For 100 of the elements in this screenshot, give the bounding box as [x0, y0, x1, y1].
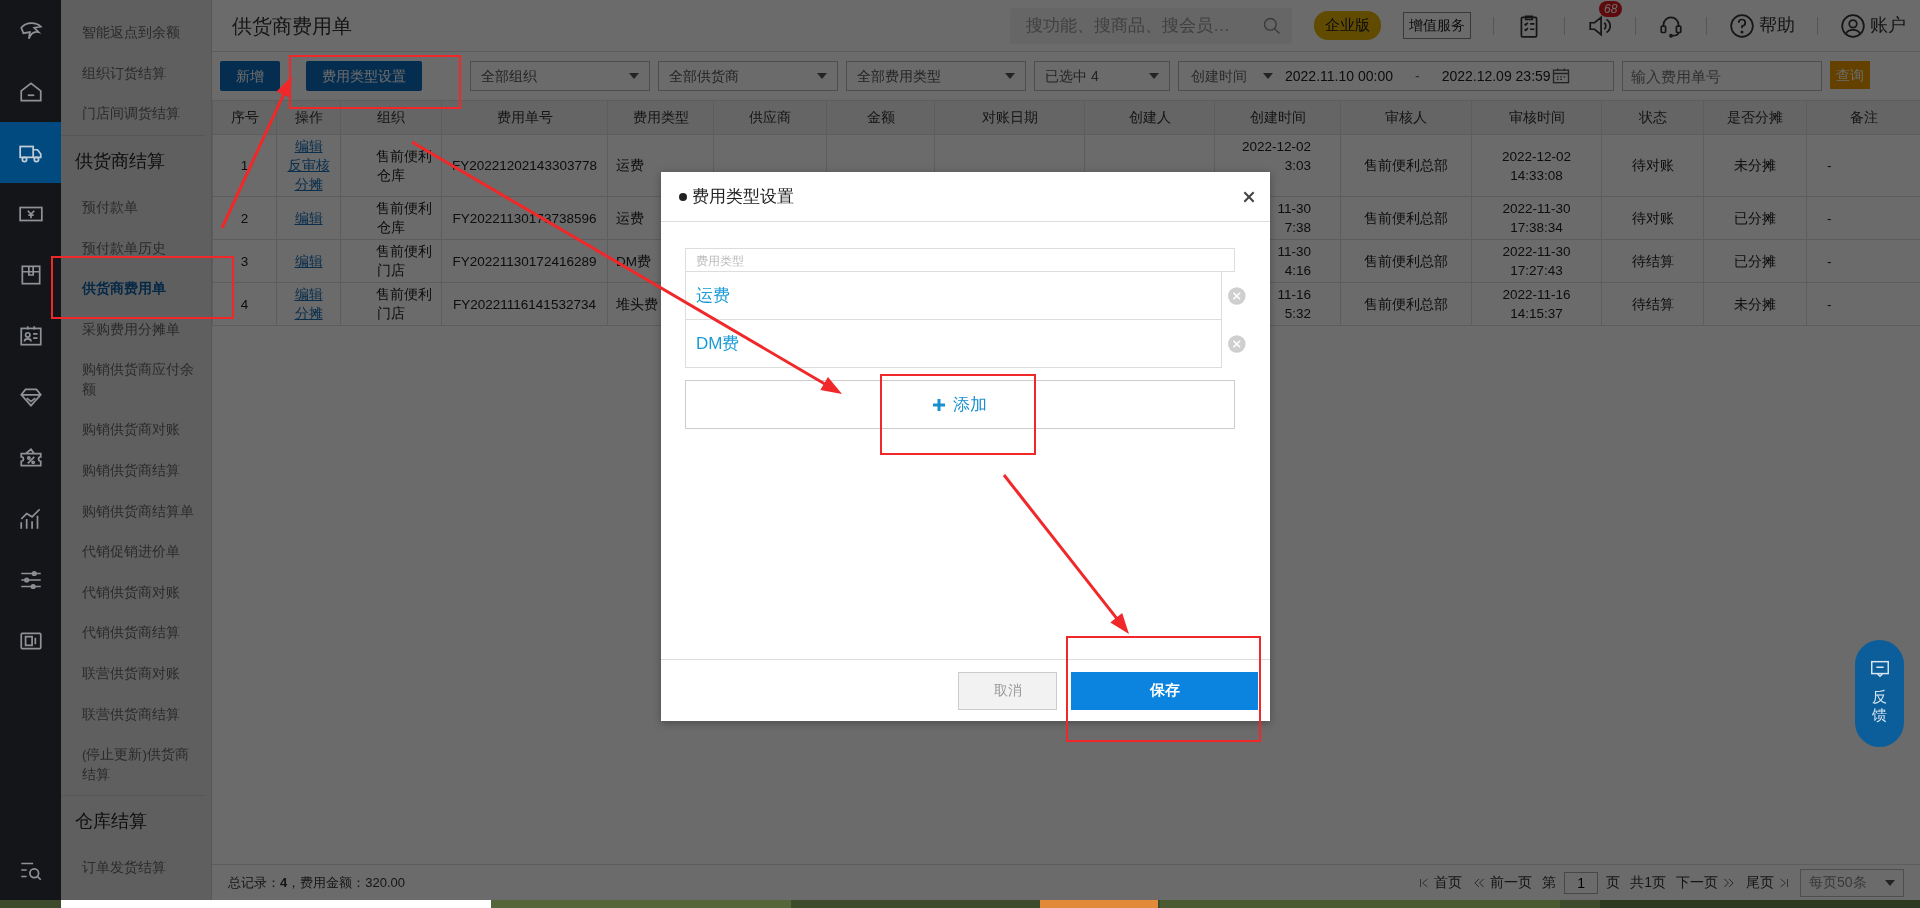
table-cell: 1 [240, 158, 249, 173]
notification-badge: 68 [1599, 0, 1623, 17]
table-cell: FY20221202143303778 [452, 158, 597, 173]
table-cell-text: 3:03 [1284, 157, 1311, 175]
page-field[interactable]: 1 [1564, 871, 1599, 894]
table-cell: 售前便利仓库 [375, 148, 432, 183]
help-link[interactable]: 帮助 [1759, 12, 1795, 39]
table-cell: 待结算 [1631, 296, 1674, 312]
column-header: 是否分摊 [1727, 109, 1783, 125]
action-link[interactable]: 编辑 [294, 137, 323, 156]
value-added-link[interactable]: 增值服务 [1403, 12, 1471, 39]
table-cell-text: 14:33:08 [1510, 166, 1563, 185]
date-range-field[interactable]: 创建时间 2022.11.10 00:00 - 2022.12.09 23:59 [1178, 61, 1614, 91]
table-cell: 3 [240, 253, 249, 269]
table-cell-text: 14:15:37 [1510, 305, 1563, 323]
plus-icon [933, 398, 945, 411]
edition-badge: 企业版 [1314, 11, 1381, 40]
table-cell: 4 [240, 296, 249, 312]
table-cell-text: 4:16 [1284, 262, 1311, 280]
fee-type-field[interactable]: 运费 [685, 272, 1223, 320]
section-heading: 仓库结算 [75, 810, 147, 834]
column-header: 费用单号 [496, 109, 553, 125]
action-link[interactable]: 分摊 [294, 304, 323, 323]
table-cell-text: 2022-11-16 [1502, 286, 1571, 304]
column-header: 对账日期 [981, 109, 1038, 125]
table-cell: 未分摊 [1734, 158, 1776, 173]
page-label: 第 [1542, 873, 1557, 892]
pagination-link[interactable]: 下一页 [1676, 872, 1718, 893]
table-cell: FY20221116141532734 [453, 296, 596, 312]
page-label: 页 [1606, 873, 1621, 892]
search-icon [1262, 15, 1282, 36]
table-cell: 已分摊 [1734, 253, 1776, 269]
action-link[interactable]: 反审核 [287, 156, 330, 175]
table-cell-text: 2022-12-02 [1241, 138, 1311, 156]
table-cell-text: 17:38:34 [1510, 219, 1563, 237]
fee-type-field[interactable]: DM费 [685, 320, 1223, 368]
table-cell: 售前便利总部 [1364, 253, 1448, 269]
table-cell-text: 11-16 [1277, 286, 1311, 304]
column-header: 审核人 [1385, 109, 1427, 125]
double-chevron-icon [1722, 875, 1736, 890]
table-cell: 售前便利总部 [1364, 210, 1448, 226]
table-cell-text: 2022-11-30 [1502, 243, 1571, 261]
help-icon [1729, 12, 1755, 39]
column-header: 供应商 [749, 109, 791, 125]
action-link[interactable]: 编辑 [294, 285, 323, 304]
table-cell-text: 11-30 [1277, 200, 1311, 218]
column-header: 状态 [1638, 109, 1667, 125]
column-header: 金额 [866, 109, 895, 125]
table-cell: 售前便利门店 [375, 287, 432, 321]
column-header: 操作 [294, 109, 323, 125]
table-cell-text: 2022-12-02 [1501, 147, 1572, 166]
dialog-title: 费用类型设置 [692, 185, 794, 208]
table-cell: - [1827, 296, 1832, 312]
account-link[interactable]: 账户 [1870, 12, 1906, 39]
page-total: 共1页 [1630, 873, 1666, 892]
column-header: 备注 [1849, 109, 1878, 125]
pagination-link[interactable]: 首页 [1434, 872, 1463, 893]
table-cell-text: 7:38 [1284, 219, 1311, 237]
table-cell: - [1827, 210, 1832, 226]
bullet-icon [679, 192, 687, 201]
table-cell: 售前便利总部 [1364, 296, 1448, 312]
filter-dropdown[interactable]: 已选中 4 [1034, 61, 1170, 91]
table-cell-text: 11-30 [1277, 243, 1311, 261]
column-header: 创建时间 [1249, 109, 1306, 125]
table-cell: 未分摊 [1734, 296, 1776, 312]
table-cell: 售前便利仓库 [375, 201, 432, 235]
table-cell: 待结算 [1631, 253, 1674, 269]
add-button[interactable]: 添加 [685, 380, 1235, 429]
fee-type-settings-button[interactable]: 费用类型设置 [306, 61, 422, 91]
table-cell-text: 17:27:43 [1510, 262, 1563, 280]
table-cell: FY20221130172416289 [452, 253, 597, 269]
feedback-button[interactable]: 反馈 [1855, 640, 1904, 747]
close-icon[interactable] [1242, 189, 1256, 204]
first-page-icon [1418, 876, 1431, 889]
pagination-link[interactable]: 前一页 [1490, 872, 1533, 893]
table-cell: - [1827, 253, 1832, 269]
sidebar-item[interactable]: 供货商费用单 [82, 279, 166, 300]
table-cell: 售前便利总部 [1364, 158, 1448, 173]
table-cell: 已分摊 [1734, 210, 1776, 226]
message-icon [1868, 658, 1891, 680]
table-cell: 待对账 [1631, 158, 1674, 173]
save-button[interactable]: 保存 [1071, 671, 1258, 710]
table-cell-text: 5:32 [1284, 305, 1311, 323]
action-link[interactable]: 分摊 [294, 175, 323, 194]
table-cell: 待对账 [1631, 210, 1674, 226]
filter-dropdown[interactable]: 全部组织 [470, 61, 650, 91]
pagination-link[interactable]: 尾页 [1746, 872, 1774, 893]
filter-dropdown[interactable]: 全部费用类型 [846, 61, 1026, 91]
page-title: 供货商费用单 [232, 13, 352, 39]
section-heading: 供货商结算 [75, 150, 165, 174]
table-cell: 2 [240, 210, 249, 226]
column-header: 费用类型 [632, 109, 689, 125]
filter-dropdown[interactable]: 全部供货商 [658, 61, 838, 91]
table-cell: - [1827, 158, 1832, 173]
account-icon [1840, 12, 1866, 39]
table-cell-text: 2022-11-30 [1502, 200, 1571, 218]
column-header: 创建人 [1128, 109, 1171, 125]
query-button[interactable]: 查询 [1830, 61, 1870, 89]
table-cell: 运费 [616, 158, 644, 173]
add-button[interactable]: 新增 [220, 61, 280, 91]
